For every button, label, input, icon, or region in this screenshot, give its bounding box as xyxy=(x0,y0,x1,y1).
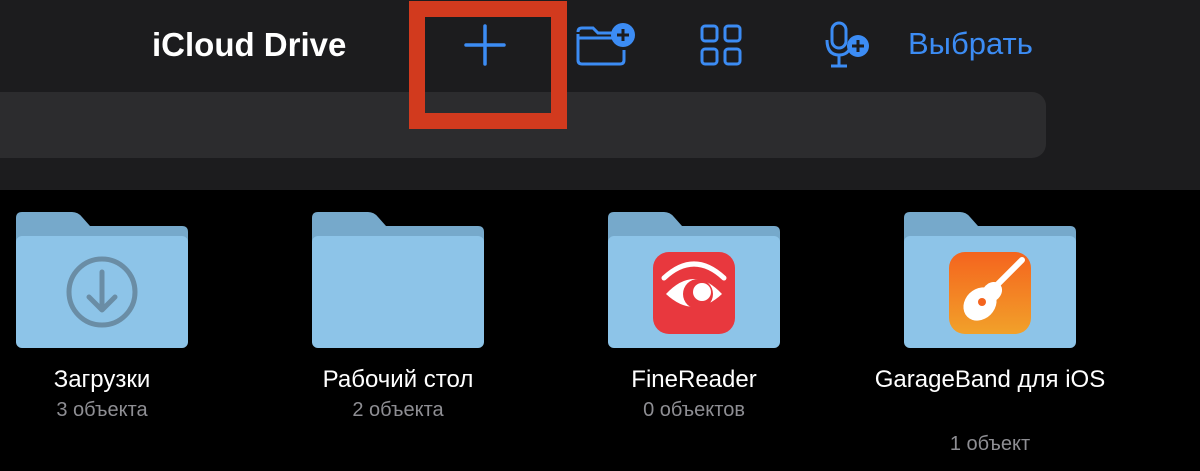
highlight-frame xyxy=(409,1,567,129)
folder-name: Загрузки xyxy=(53,366,151,393)
grid-view-icon xyxy=(700,24,742,66)
folder-icon xyxy=(312,212,484,348)
navigation-bar: iCloud Drive Выбрать xyxy=(0,0,1200,190)
page-title: iCloud Drive xyxy=(152,26,347,63)
folder-icon xyxy=(904,212,1076,348)
folder-count: 0 объектов xyxy=(643,399,745,421)
folder-name: GarageBand для iOS xyxy=(874,366,1106,393)
select-button[interactable]: Выбрать xyxy=(908,26,1033,62)
folder-icon xyxy=(16,212,188,348)
folder-count: 3 объекта xyxy=(56,399,148,421)
folder-name: FineReader xyxy=(631,366,757,393)
folder-count: 1 объект xyxy=(949,433,1031,455)
folder-name: Рабочий стол xyxy=(322,366,474,393)
grid-view-button[interactable] xyxy=(700,24,742,66)
new-folder-button[interactable] xyxy=(574,20,638,66)
folder-count: 2 объекта xyxy=(352,399,444,421)
voice-record-icon xyxy=(825,21,869,68)
finereader-app-icon xyxy=(653,252,735,334)
garageband-app-icon xyxy=(949,252,1031,334)
voice-record-button[interactable] xyxy=(824,20,872,70)
folder-icon xyxy=(608,212,780,348)
new-folder-icon xyxy=(576,23,635,66)
